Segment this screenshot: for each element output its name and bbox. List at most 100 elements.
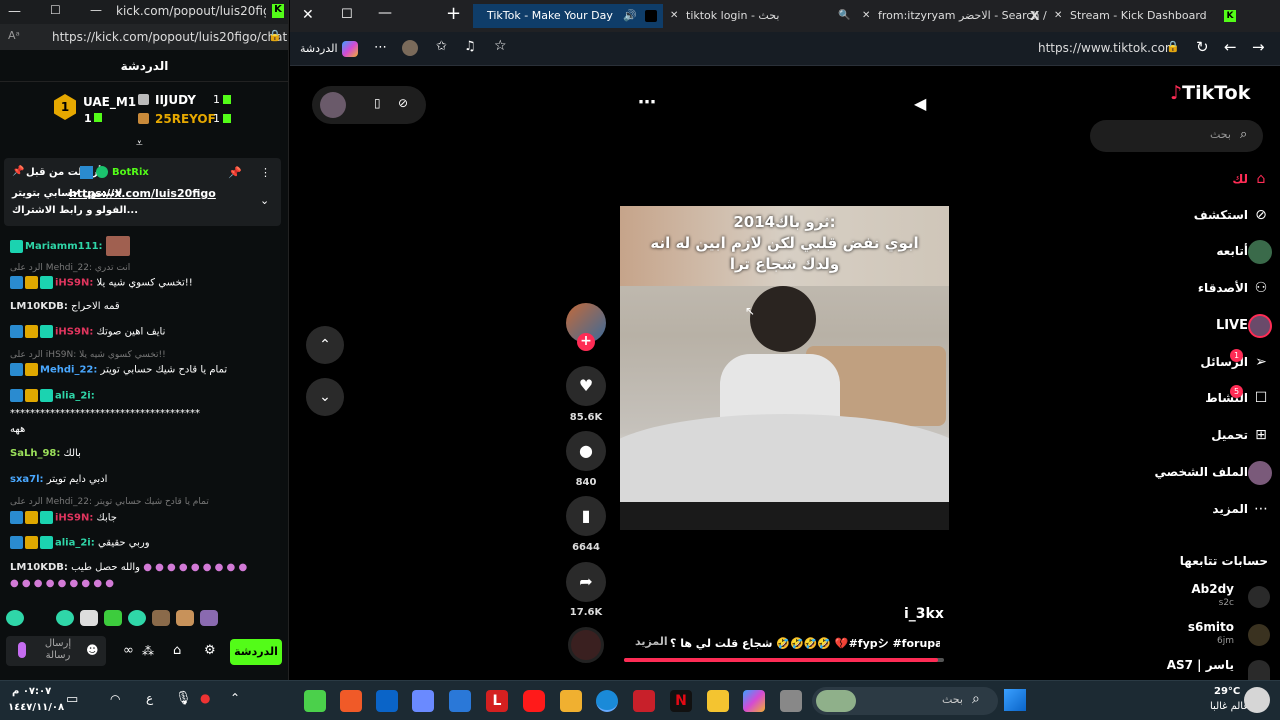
store-bag-icon[interactable]: [560, 690, 582, 712]
chat-username[interactable]: alia_2i:: [55, 391, 95, 402]
expand-leaderboard-icon[interactable]: ⩡: [136, 136, 143, 151]
copilot-icon[interactable]: [743, 690, 765, 712]
app-icon[interactable]: [412, 690, 434, 712]
search-icon[interactable]: ⌕: [1240, 127, 1247, 142]
chat-send-button[interactable]: الدردشة: [230, 639, 282, 665]
app-icon[interactable]: [304, 690, 326, 712]
extension-icon[interactable]: [402, 40, 418, 56]
save-button[interactable]: ▮: [566, 496, 606, 536]
people-icon[interactable]: ⁂: [142, 644, 154, 658]
music-disc-icon[interactable]: [568, 627, 604, 663]
video-player[interactable]: ثرو باك2014: ابوي نفض قلبي لكن لازم ابين…: [620, 206, 949, 530]
tab-tiktok[interactable]: TikTok - Make Your Day 🔊: [473, 4, 663, 28]
close-icon[interactable]: ✕: [302, 7, 314, 23]
emote-icon[interactable]: [200, 610, 218, 626]
battery-icon[interactable]: ▭: [66, 692, 78, 707]
close-icon[interactable]: ✕: [862, 4, 870, 28]
tab-x-search[interactable]: ✕ from:itzyryam الاحضر - Search / X X: [858, 4, 1048, 28]
app-icon[interactable]: [780, 690, 802, 712]
video-progress-track[interactable]: [624, 658, 944, 662]
weather-icon[interactable]: [1244, 687, 1270, 713]
url-text[interactable]: https://www.tiktok.com: [1038, 41, 1177, 55]
more-options-icon[interactable]: ⋯: [374, 40, 387, 55]
kebab-menu-icon[interactable]: ⋮: [260, 166, 271, 179]
copilot-button[interactable]: الدردشة: [300, 38, 362, 60]
gear-icon[interactable]: ⚙: [204, 643, 216, 658]
chat-username[interactable]: iHS9N:: [55, 513, 93, 524]
outlook-icon[interactable]: [376, 690, 398, 712]
windows-start-icon[interactable]: [1004, 689, 1026, 711]
volume-icon[interactable]: ◀: [914, 94, 926, 113]
chat-username[interactable]: iHS9N:: [55, 327, 93, 338]
emote-icon[interactable]: [128, 610, 146, 626]
speaker-icon[interactable]: 🔊: [623, 4, 637, 28]
emoji-icon[interactable]: ☻: [86, 643, 99, 657]
language-indicator[interactable]: ع: [146, 691, 153, 705]
star-icon[interactable]: ☆: [494, 38, 507, 54]
pin-toggle-icon[interactable]: 📌: [228, 166, 242, 179]
chevron-up-icon[interactable]: ⌃: [230, 691, 240, 705]
app-l-icon[interactable]: L: [486, 690, 508, 712]
refresh-icon[interactable]: ↻: [1196, 38, 1209, 56]
pinned-link[interactable]: https://x.com/luis20figo: [69, 187, 216, 200]
favorites-icon[interactable]: ✩: [436, 39, 447, 54]
tab-kick-dashboard[interactable]: ✕ Stream - Kick Dashboard K: [1050, 4, 1240, 28]
folder-icon[interactable]: [707, 690, 729, 712]
back-icon[interactable]: ←: [1224, 38, 1237, 56]
minimize-icon[interactable]: —: [8, 4, 21, 19]
kick-url-text[interactable]: https://kick.com/popout/luis20figo/chat: [52, 30, 287, 44]
search-input[interactable]: بحث ⌕: [1090, 120, 1263, 152]
maximize-icon[interactable]: ☐: [341, 7, 353, 22]
follow-plus-icon[interactable]: +: [577, 333, 595, 351]
forward-icon[interactable]: →: [1252, 38, 1265, 56]
microphone-icon[interactable]: [18, 642, 26, 658]
app-icon[interactable]: [633, 690, 655, 712]
avatar[interactable]: [320, 92, 346, 118]
emote-icon[interactable]: [56, 610, 74, 626]
store-icon[interactable]: [449, 690, 471, 712]
compass-small-icon[interactable]: ⊘: [398, 96, 408, 110]
phone-icon[interactable]: ▯: [374, 96, 381, 110]
close-icon[interactable]: ✕: [670, 4, 678, 28]
video-author[interactable]: i_3kx: [904, 606, 944, 622]
tab-bing-search[interactable]: ✕ tiktok login - بحث 🔍: [666, 4, 856, 28]
see-more-link[interactable]: المزيد: [635, 635, 668, 648]
wifi-icon[interactable]: ◠: [110, 692, 120, 706]
recording-icon[interactable]: ●: [200, 691, 210, 705]
new-tab-icon[interactable]: +: [446, 3, 461, 24]
maximize-icon[interactable]: ☐: [50, 3, 61, 17]
read-aloud-icon[interactable]: ♫: [464, 39, 476, 54]
brave-icon[interactable]: [340, 690, 362, 712]
emote-icon[interactable]: [152, 610, 170, 626]
clock-date[interactable]: ١٤٤٧/١١/٠٨: [8, 702, 64, 713]
weather-temp[interactable]: 29°C: [1214, 686, 1240, 697]
chat-username[interactable]: alia_2i:: [55, 538, 95, 549]
emote-icon[interactable]: [176, 610, 194, 626]
chat-username[interactable]: SaLh_98:: [10, 448, 60, 459]
infinity-icon[interactable]: ∞: [123, 643, 134, 658]
edge-icon[interactable]: [596, 690, 618, 712]
more-icon[interactable]: ⋯: [638, 92, 656, 113]
taskbar-search[interactable]: بحث ⌕: [812, 687, 998, 715]
tiktok-logo[interactable]: ♪TikTok: [1170, 82, 1250, 104]
chat-username[interactable]: LM10KDB:: [10, 301, 68, 312]
chat-username[interactable]: LM10KDB:: [10, 562, 68, 573]
chevron-down-icon[interactable]: ⌄: [260, 194, 269, 207]
clock-time[interactable]: ٠٧:٠٧ م: [12, 686, 51, 697]
share-button[interactable]: ➦: [566, 562, 606, 602]
font-size-icon[interactable]: Aᵃ: [8, 29, 20, 42]
minimize-window-icon[interactable]: —: [90, 3, 102, 17]
next-video-button[interactable]: ⌄: [306, 378, 344, 416]
minimize-icon[interactable]: —: [378, 5, 392, 21]
like-button[interactable]: ♥: [566, 366, 606, 406]
chat-username[interactable]: Mariamm111:: [25, 241, 103, 252]
youtube-icon[interactable]: [523, 690, 545, 712]
message-input[interactable]: إرسال رسالة ☻: [6, 636, 106, 666]
chat-username[interactable]: iHS9N:: [55, 278, 93, 289]
close-icon[interactable]: ✕: [1054, 4, 1062, 28]
store-icon[interactable]: ⌂: [173, 643, 181, 658]
previous-video-button[interactable]: ⌃: [306, 326, 344, 364]
emote-icon[interactable]: [6, 610, 24, 626]
netflix-icon[interactable]: N: [670, 690, 692, 712]
emote-icon[interactable]: [104, 610, 122, 626]
